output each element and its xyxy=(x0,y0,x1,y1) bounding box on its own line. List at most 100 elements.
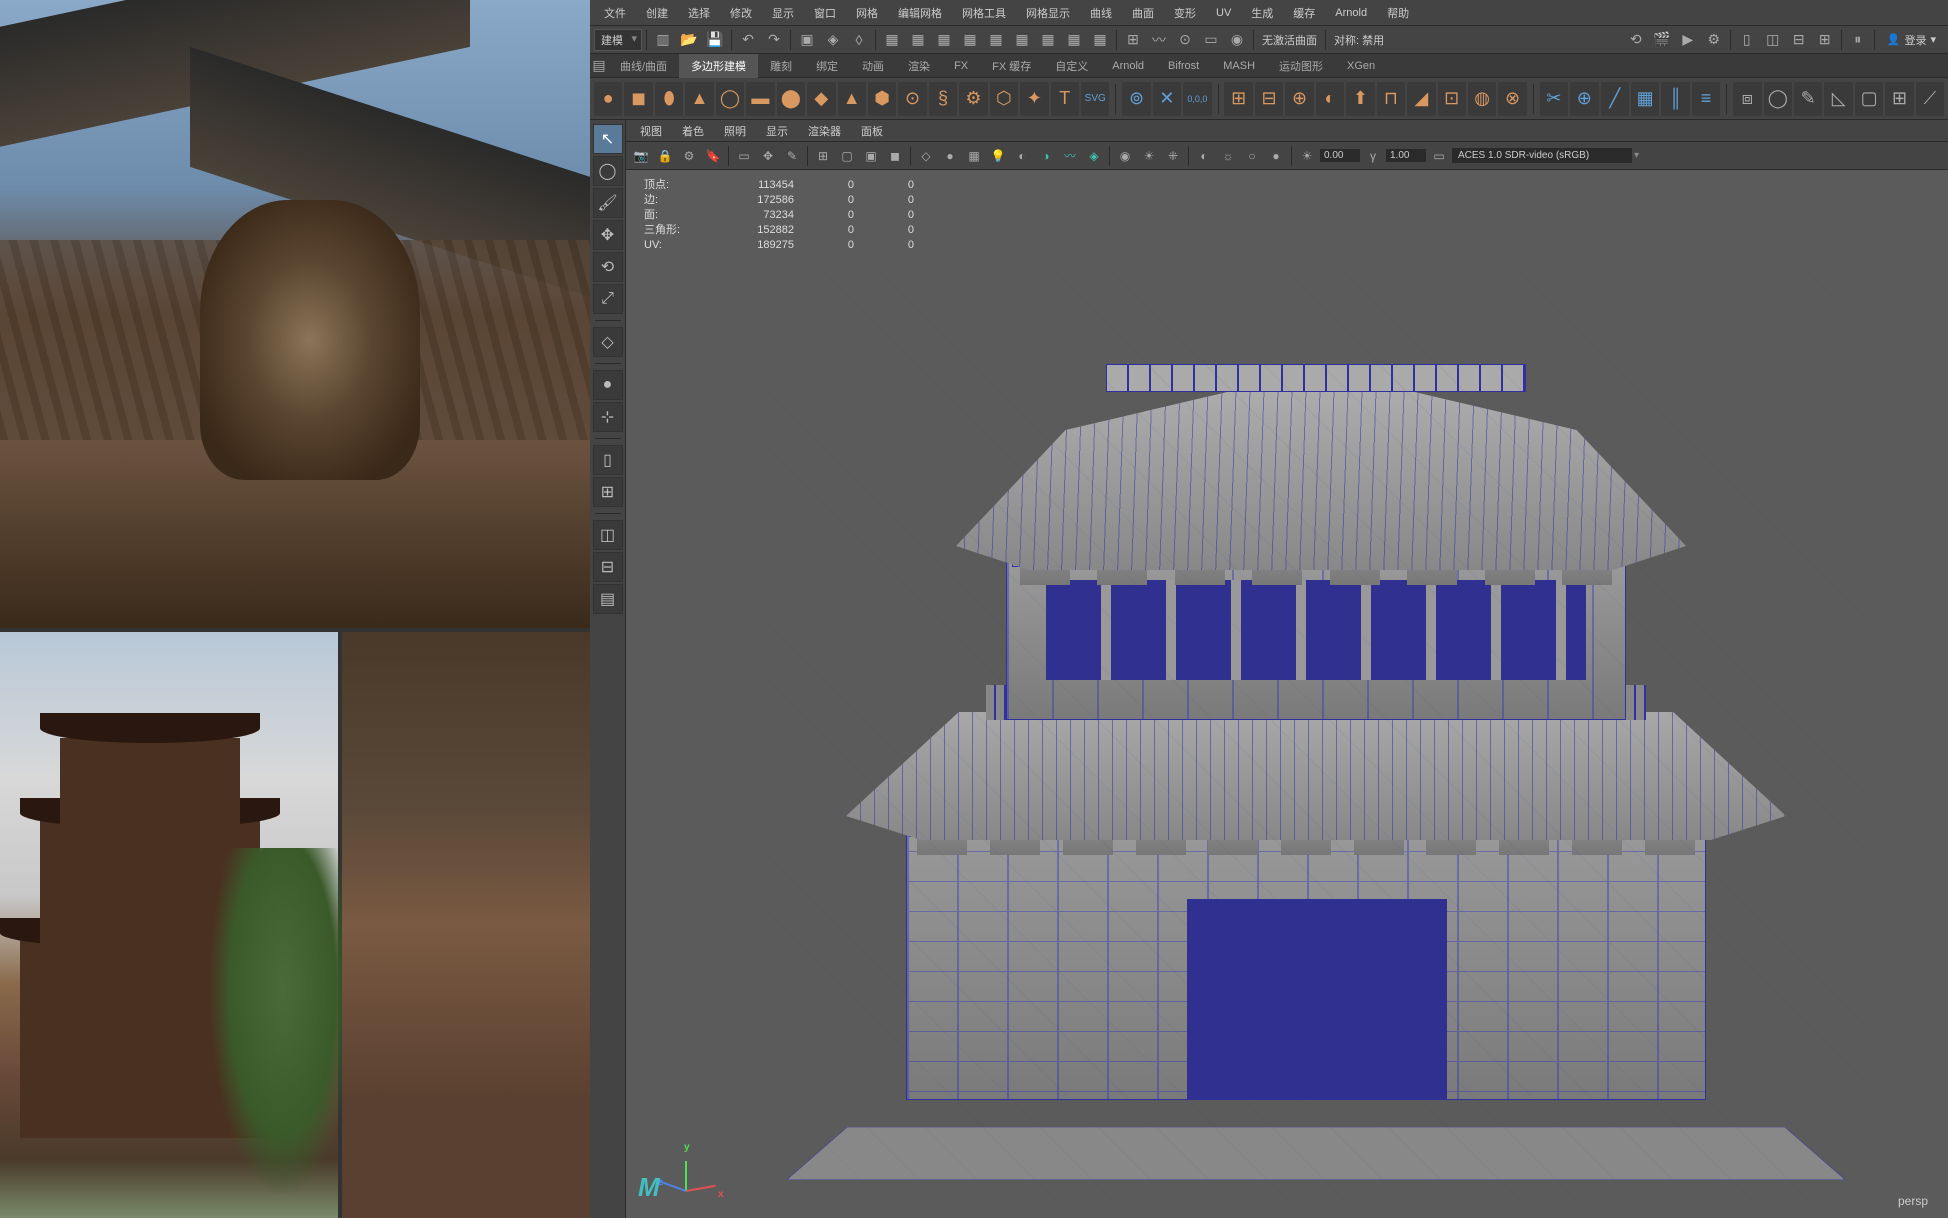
poly-cube-icon[interactable]: ◼ xyxy=(624,82,652,116)
lasso-tool[interactable]: ◯ xyxy=(593,156,623,186)
layout-persp-outliner-icon[interactable]: ◫ xyxy=(593,520,623,550)
offset-edge-icon[interactable]: ≡ xyxy=(1692,82,1720,116)
menu-curves[interactable]: 曲线 xyxy=(1080,5,1122,21)
append-icon[interactable]: ⊡ xyxy=(1438,82,1466,116)
panel-menu-shading[interactable]: 着色 xyxy=(672,123,714,139)
motion-blur-icon[interactable]: 〰 xyxy=(1059,145,1081,167)
construction-history-icon[interactable]: ⟲ xyxy=(1624,28,1648,52)
selection-mask-icon[interactable]: ▦ xyxy=(932,28,956,52)
snap-live-icon[interactable]: ◉ xyxy=(1225,28,1249,52)
panel-layout-icon[interactable]: ◫ xyxy=(1761,28,1785,52)
connect-icon[interactable]: ╱ xyxy=(1601,82,1629,116)
panel-menu-view[interactable]: 视图 xyxy=(630,123,672,139)
sym-origin-icon[interactable]: 0,0,0 xyxy=(1183,82,1211,116)
select-hierarchy-icon[interactable]: ▣ xyxy=(795,28,819,52)
menu-help[interactable]: 帮助 xyxy=(1377,5,1419,21)
circularize-icon[interactable]: ◯ xyxy=(1764,82,1792,116)
triangulate-icon[interactable]: ◺ xyxy=(1824,82,1852,116)
open-scene-icon[interactable]: 📂 xyxy=(677,28,701,52)
new-scene-icon[interactable]: ▥ xyxy=(651,28,675,52)
layout-four-icon[interactable]: ⊞ xyxy=(593,477,623,507)
shelf-tab-motiongraphics[interactable]: 运动图形 xyxy=(1267,54,1335,78)
exposure-icon[interactable]: ☀ xyxy=(1296,145,1318,167)
crease-icon[interactable]: ⟋ xyxy=(1916,82,1944,116)
layout-persp-graph-icon[interactable]: ⊟ xyxy=(593,552,623,582)
menu-surfaces[interactable]: 曲面 xyxy=(1122,5,1164,21)
shelf-tab-sculpt[interactable]: 雕刻 xyxy=(758,54,804,78)
menu-select[interactable]: 选择 xyxy=(678,5,720,21)
image-plane-icon[interactable]: ▭ xyxy=(733,145,755,167)
select-camera-icon[interactable]: 📷 xyxy=(630,145,652,167)
colorspace-icon[interactable]: ▭ xyxy=(1428,145,1450,167)
textured-icon[interactable]: ▦ xyxy=(963,145,985,167)
render-settings-icon[interactable]: ⚙ xyxy=(1702,28,1726,52)
snap-grid-icon[interactable]: ⊞ xyxy=(1121,28,1145,52)
target-weld-icon[interactable]: ⊕ xyxy=(1570,82,1598,116)
select-tool[interactable]: ↖ xyxy=(593,124,623,154)
shelf-tab-rendering[interactable]: 渲染 xyxy=(896,54,942,78)
selection-mask-icon[interactable]: ▦ xyxy=(984,28,1008,52)
paint-select-tool[interactable]: 🖌 xyxy=(593,188,623,218)
rotate-tool[interactable]: ⟲ xyxy=(593,252,623,282)
ipr-icon[interactable]: ▶ xyxy=(1676,28,1700,52)
insert-edge-icon[interactable]: ║ xyxy=(1661,82,1689,116)
menu-editmesh[interactable]: 编辑网格 xyxy=(888,5,952,21)
move-tool[interactable]: ✥ xyxy=(593,220,623,250)
menu-arnold[interactable]: Arnold xyxy=(1325,7,1377,19)
menu-file[interactable]: 文件 xyxy=(594,5,636,21)
soft-select-icon[interactable]: ⊚ xyxy=(1122,82,1150,116)
selection-mask-icon[interactable]: ▦ xyxy=(1062,28,1086,52)
panel-menu-show[interactable]: 显示 xyxy=(756,123,798,139)
poly-gear-icon[interactable]: ⚙ xyxy=(959,82,987,116)
account-login[interactable]: 👤 登录 ▾ xyxy=(1879,30,1944,50)
show-manip-tool[interactable]: ⊹ xyxy=(593,402,623,432)
shelf-tab-polygons[interactable]: 多边形建模 xyxy=(679,54,758,78)
select-component-icon[interactable]: ◊ xyxy=(847,28,871,52)
menu-display[interactable]: 显示 xyxy=(762,5,804,21)
selection-mask-icon[interactable]: ▦ xyxy=(1010,28,1034,52)
menu-cache[interactable]: 缓存 xyxy=(1283,5,1325,21)
gamma-icon[interactable]: γ xyxy=(1362,145,1384,167)
shelf-tab-rigging[interactable]: 绑定 xyxy=(804,54,850,78)
quadrangulate-icon[interactable]: ▢ xyxy=(1855,82,1883,116)
panel-layout-icon[interactable]: ⊞ xyxy=(1813,28,1837,52)
shelf-tab-arnold[interactable]: Arnold xyxy=(1100,56,1156,76)
panel-menu-lighting[interactable]: 照明 xyxy=(714,123,756,139)
snap-plane-icon[interactable]: ▭ xyxy=(1199,28,1223,52)
menu-meshtools[interactable]: 网格工具 xyxy=(952,5,1016,21)
resolution-gate-icon[interactable]: ▣ xyxy=(860,145,882,167)
poly-sphere-icon[interactable]: ● xyxy=(594,82,622,116)
selection-mask-icon[interactable]: ▦ xyxy=(906,28,930,52)
shelf-tab-curves[interactable]: 曲线/曲面 xyxy=(608,54,679,78)
shelf-tab-fx[interactable]: FX xyxy=(942,56,980,76)
bevel-icon[interactable]: ◢ xyxy=(1407,82,1435,116)
wireframe-icon[interactable]: ◇ xyxy=(915,145,937,167)
ao-icon[interactable]: ◑ xyxy=(1035,145,1057,167)
menu-uv[interactable]: UV xyxy=(1206,7,1241,19)
soft-mod-tool[interactable]: ● xyxy=(593,370,623,400)
menu-generate[interactable]: 生成 xyxy=(1241,5,1283,21)
poly-pipe-icon[interactable]: ⊙ xyxy=(898,82,926,116)
workspace-selector[interactable]: 建模 xyxy=(594,29,642,51)
quad-draw-icon[interactable]: ▦ xyxy=(1631,82,1659,116)
poly-pyramid-icon[interactable]: ▲ xyxy=(838,82,866,116)
gate-mask-icon[interactable]: ◼ xyxy=(884,145,906,167)
multicut-icon[interactable]: ✂ xyxy=(1540,82,1568,116)
no-light-icon[interactable]: ● xyxy=(1265,145,1287,167)
xray-icon[interactable]: ☀ xyxy=(1138,145,1160,167)
combine-icon[interactable]: ⊞ xyxy=(1224,82,1252,116)
symmetry-label[interactable]: 对称: 禁用 xyxy=(1330,32,1388,48)
poly-superellipse-icon[interactable]: ✦ xyxy=(1020,82,1048,116)
extrude-icon[interactable]: ⬆ xyxy=(1346,82,1374,116)
fill-hole-icon[interactable]: ◍ xyxy=(1468,82,1496,116)
shelf-tab-mash[interactable]: MASH xyxy=(1211,56,1267,76)
save-scene-icon[interactable]: 💾 xyxy=(703,28,727,52)
exposure-value[interactable]: 0.00 xyxy=(1320,149,1360,162)
grease-pencil-icon[interactable]: ✎ xyxy=(781,145,803,167)
last-tool[interactable]: ◇ xyxy=(593,327,623,357)
shelf-menu-icon[interactable]: ▤ xyxy=(590,54,608,78)
anti-alias-icon[interactable]: ◈ xyxy=(1083,145,1105,167)
scale-tool[interactable]: ⤢ xyxy=(593,284,623,314)
pause-icon[interactable]: ⏸ xyxy=(1846,28,1870,52)
shelf-tab-bifrost[interactable]: Bifrost xyxy=(1156,56,1211,76)
